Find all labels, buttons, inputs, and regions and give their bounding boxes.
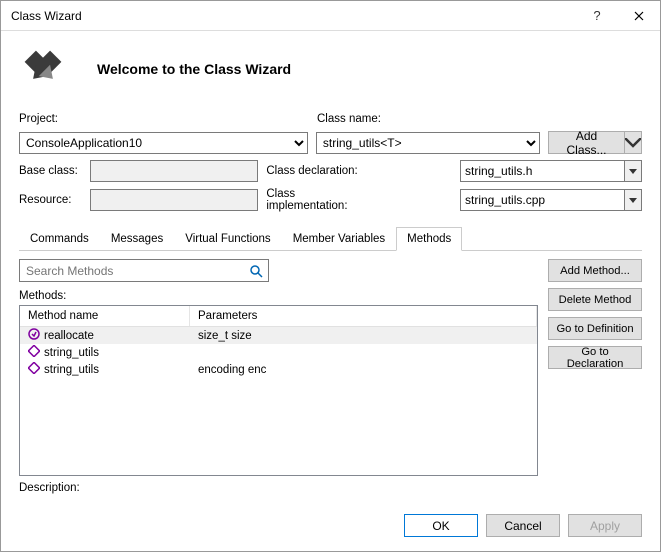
search-icon-button[interactable] xyxy=(244,260,268,281)
method-icon xyxy=(28,328,40,343)
header: Welcome to the Class Wizard xyxy=(1,31,660,113)
project-dropdown[interactable]: ConsoleApplication10 xyxy=(19,132,308,154)
tab-virtual-functions[interactable]: Virtual Functions xyxy=(174,227,281,251)
method-params: size_t size xyxy=(198,330,252,342)
add-method-button[interactable]: Add Method... xyxy=(548,259,642,282)
resource-field[interactable] xyxy=(90,189,258,211)
dialog-footer: OK Cancel Apply xyxy=(1,502,660,551)
chevron-down-icon xyxy=(625,138,641,148)
go-to-definition-button[interactable]: Go to Definition xyxy=(548,317,642,340)
welcome-heading: Welcome to the Class Wizard xyxy=(97,61,291,77)
triangle-down-icon xyxy=(629,169,637,174)
methods-section-label: Methods: xyxy=(19,290,538,302)
description-label: Description: xyxy=(19,482,538,494)
wizard-logo-icon xyxy=(19,45,67,93)
project-label: Project: xyxy=(19,113,84,125)
titlebar: Class Wizard ? xyxy=(1,1,660,31)
close-button[interactable] xyxy=(618,1,660,31)
add-class-split-button[interactable] xyxy=(624,131,642,154)
list-item[interactable]: reallocate size_t size xyxy=(20,327,537,344)
list-item[interactable]: string_utils xyxy=(20,344,537,361)
tab-messages[interactable]: Messages xyxy=(100,227,174,251)
search-methods-input[interactable] xyxy=(20,260,244,281)
column-parameters[interactable]: Parameters xyxy=(190,306,537,326)
help-button[interactable]: ? xyxy=(576,1,618,31)
method-name: string_utils xyxy=(44,347,99,359)
method-name: string_utils xyxy=(44,364,99,376)
class-declaration-label: Class declaration: xyxy=(266,165,372,177)
class-implementation-label: Class implementation: xyxy=(266,188,372,212)
cancel-button[interactable]: Cancel xyxy=(486,514,560,537)
class-implementation-dropdown[interactable] xyxy=(624,189,642,211)
list-header: Method name Parameters xyxy=(20,306,537,327)
add-class-button[interactable]: Add Class... xyxy=(548,131,624,154)
class-name-label: Class name: xyxy=(317,113,423,125)
tab-methods[interactable]: Methods xyxy=(396,227,462,251)
tab-commands[interactable]: Commands xyxy=(19,227,100,251)
base-class-label: Base class: xyxy=(19,165,84,177)
search-icon xyxy=(249,264,263,278)
list-item[interactable]: string_utils encoding enc xyxy=(20,361,537,378)
base-class-field[interactable] xyxy=(90,160,258,182)
tab-member-variables[interactable]: Member Variables xyxy=(282,227,396,251)
search-methods-box xyxy=(19,259,269,282)
tab-strip: Commands Messages Virtual Functions Memb… xyxy=(19,226,642,251)
class-declaration-field[interactable] xyxy=(460,160,624,182)
class-declaration-dropdown[interactable] xyxy=(624,160,642,182)
class-name-dropdown[interactable]: string_utils<T> xyxy=(316,132,540,154)
content-area: Project: Class name: ConsoleApplication1… xyxy=(1,113,660,502)
class-implementation-field[interactable] xyxy=(460,189,624,211)
delete-method-button[interactable]: Delete Method xyxy=(548,288,642,311)
close-icon xyxy=(634,11,644,21)
window-title: Class Wizard xyxy=(11,9,576,23)
methods-listview[interactable]: Method name Parameters reallocate size_t … xyxy=(19,305,538,476)
method-icon xyxy=(28,362,40,377)
method-params: encoding enc xyxy=(198,364,266,376)
tab-content-methods: Methods: Method name Parameters realloca… xyxy=(19,251,642,502)
ok-button[interactable]: OK xyxy=(404,514,478,537)
triangle-down-icon xyxy=(629,198,637,203)
class-wizard-dialog: Class Wizard ? Welcome to the Class Wiza… xyxy=(0,0,661,552)
apply-button[interactable]: Apply xyxy=(568,514,642,537)
go-to-declaration-button[interactable]: Go to Declaration xyxy=(548,346,642,369)
column-method-name[interactable]: Method name xyxy=(20,306,190,326)
method-name: reallocate xyxy=(44,330,94,342)
resource-label: Resource: xyxy=(19,194,84,206)
method-icon xyxy=(28,345,40,360)
